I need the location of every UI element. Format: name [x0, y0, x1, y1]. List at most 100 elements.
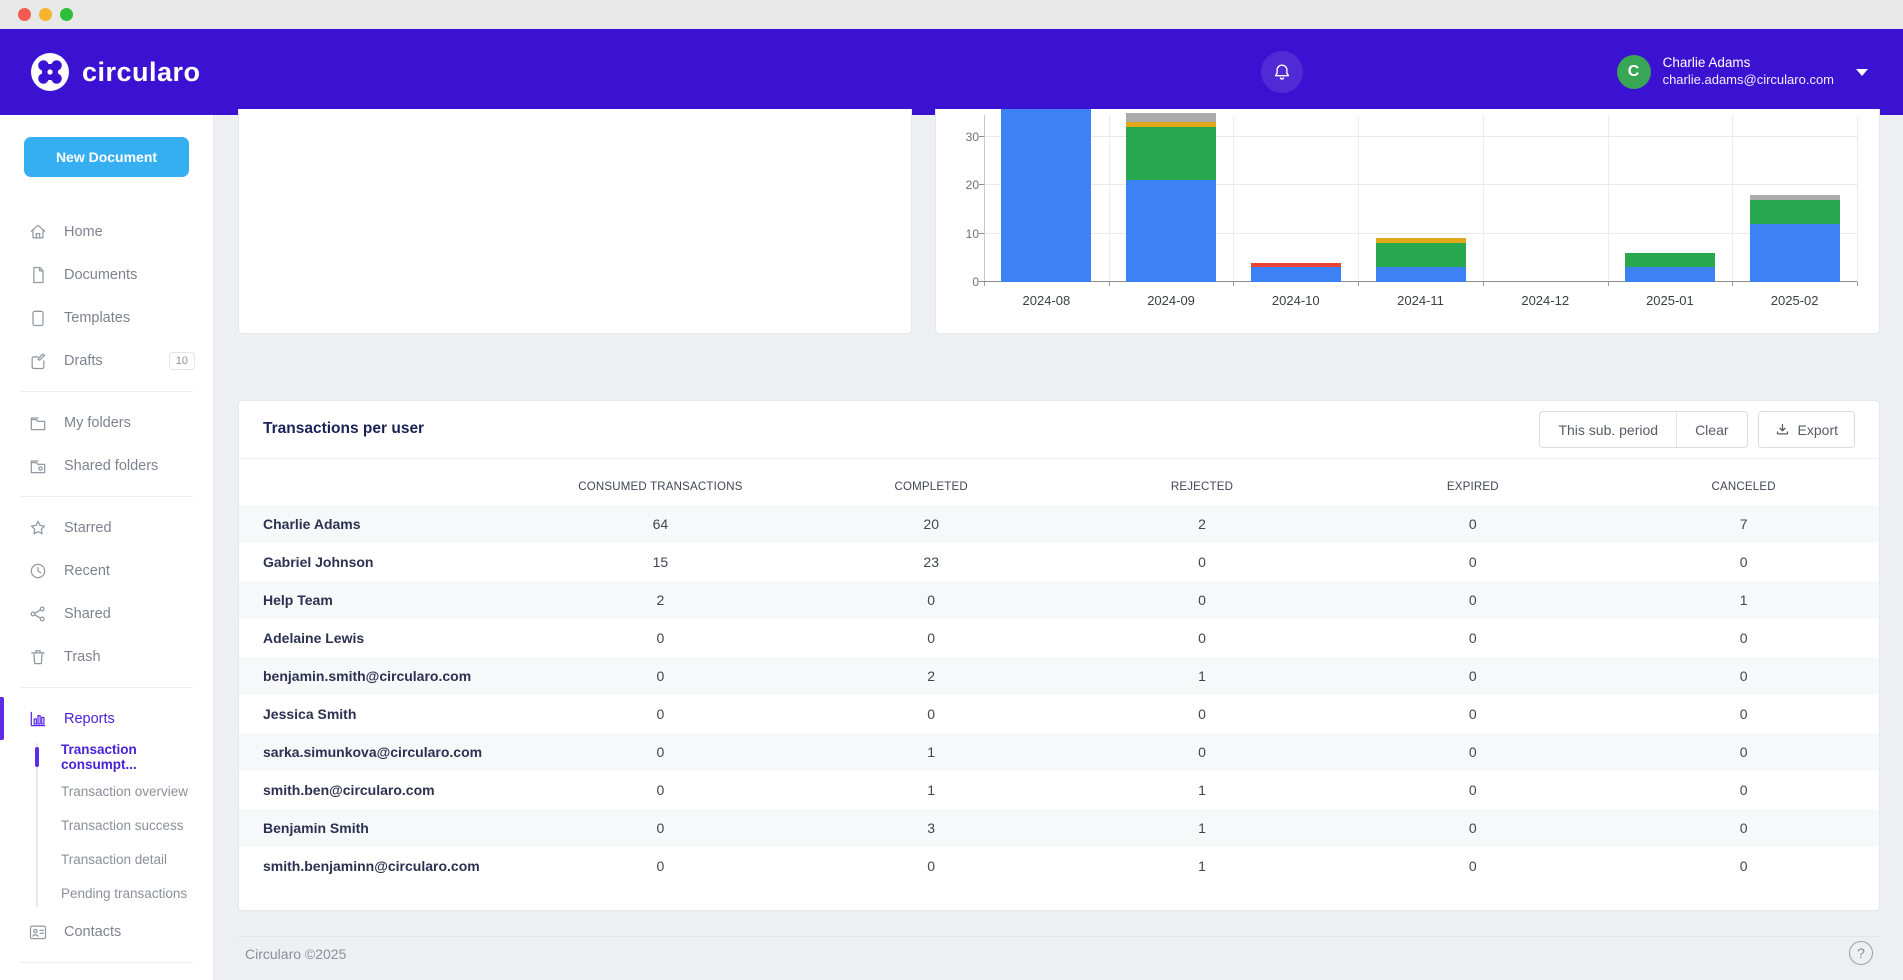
chart-gridline	[984, 233, 1857, 234]
sidebar-item-starred[interactable]: Starred	[0, 506, 213, 549]
sidebar-item-label: Recent	[64, 563, 110, 579]
chart-bar-segment[interactable]	[1625, 253, 1715, 268]
transaction-consumption-chart-card: 01020302024-082024-092024-102024-112024-…	[935, 109, 1880, 334]
notifications-button[interactable]	[1261, 51, 1303, 93]
chart-bar-segment[interactable]	[1750, 224, 1840, 282]
column-header-rejected: REJECTED	[1067, 473, 1338, 505]
user-name-cell: Charlie Adams	[239, 505, 525, 543]
sidebar-item-drafts[interactable]: Drafts10	[0, 339, 213, 382]
value-cell: 0	[1608, 543, 1879, 581]
value-cell: 15	[525, 543, 796, 581]
sidebar-item-trash[interactable]: Trash	[0, 635, 213, 678]
x-axis-label: 2024-09	[1109, 293, 1234, 308]
avatar: C	[1617, 55, 1651, 89]
sidebar-item-templates[interactable]: Templates	[0, 296, 213, 339]
sidebar-subitem-label: Transaction detail	[61, 852, 167, 867]
x-axis-label: 2024-08	[984, 293, 1109, 308]
sidebar-subitem-pending-transactions[interactable]: Pending transactions	[0, 876, 213, 910]
sidebar-divider	[20, 391, 193, 392]
chart-bar-segment[interactable]	[1251, 267, 1341, 282]
table-header-row: CONSUMED TRANSACTIONSCOMPLETEDREJECTEDEX…	[239, 473, 1879, 505]
chart-bar-segment[interactable]	[1625, 267, 1715, 282]
sidebar-subitem-label: Transaction consumpt...	[61, 742, 213, 772]
sidebar-subitem-label: Transaction success	[61, 818, 184, 833]
value-cell: 0	[525, 809, 796, 847]
chart-bar-segment[interactable]	[1376, 238, 1466, 243]
app-header: circularo C Charlie Adams charlie.adams@…	[0, 29, 1903, 115]
help-button[interactable]: ?	[1849, 941, 1873, 965]
sidebar-item-documents[interactable]: Documents	[0, 253, 213, 296]
value-cell: 1	[796, 771, 1067, 809]
value-cell: 0	[1608, 847, 1879, 885]
value-cell: 0	[1067, 543, 1338, 581]
chart-gridline	[1233, 115, 1234, 282]
star-icon	[28, 518, 48, 538]
sidebar-subitem-transaction-detail[interactable]: Transaction detail	[0, 842, 213, 876]
main-content: 01020302024-082024-092024-102024-112024-…	[214, 115, 1903, 980]
sidebar-subitem-transaction-success[interactable]: Transaction success	[0, 808, 213, 842]
sidebar-item-reports[interactable]: Reports	[0, 697, 213, 740]
chart-bar-segment[interactable]	[1251, 263, 1341, 268]
sidebar-item-home[interactable]: Home	[0, 210, 213, 253]
sidebar-subitem-transaction-consumpt[interactable]: Transaction consumpt...	[0, 740, 213, 774]
this-sub-period-button[interactable]: This sub. period	[1540, 412, 1676, 447]
new-document-button[interactable]: New Document	[24, 137, 189, 177]
table-row: Gabriel Johnson1523000	[239, 543, 1879, 581]
sidebar-item-shared[interactable]: Shared	[0, 592, 213, 635]
x-axis-tick	[1857, 282, 1858, 286]
sidebar-item-recent[interactable]: Recent	[0, 549, 213, 592]
period-filter-group: This sub. period Clear	[1539, 411, 1747, 448]
sidebar-item-contacts[interactable]: Contacts	[0, 910, 213, 953]
value-cell: 2	[796, 657, 1067, 695]
sidebar-divider	[20, 962, 193, 963]
chart-gridline	[984, 184, 1857, 185]
home-icon	[28, 222, 48, 242]
circularo-logo-icon	[30, 52, 70, 92]
window-maximize-button[interactable]	[60, 8, 73, 21]
sidebar-item-my-folders[interactable]: My folders	[0, 401, 213, 444]
value-cell: 0	[1337, 695, 1608, 733]
sidebar-item-label: Home	[64, 224, 103, 240]
sidebar-item-shared-folders[interactable]: Shared folders	[0, 444, 213, 487]
chart-bar-segment[interactable]	[1750, 195, 1840, 200]
share-icon	[28, 604, 48, 624]
value-cell: 1	[1608, 581, 1879, 619]
chart-gridline	[984, 136, 1857, 137]
value-cell: 7	[1608, 505, 1879, 543]
window-close-button[interactable]	[18, 8, 31, 21]
export-button[interactable]: Export	[1758, 411, 1855, 448]
user-name-cell: Gabriel Johnson	[239, 543, 525, 581]
chart-bar-segment[interactable]	[1126, 113, 1216, 123]
chart-bar-segment[interactable]	[1126, 122, 1216, 127]
sidebar-subitem-label: Pending transactions	[61, 886, 187, 901]
value-cell: 0	[1337, 847, 1608, 885]
x-axis-tick	[1233, 282, 1234, 286]
value-cell: 0	[1067, 619, 1338, 657]
sidebar-nav: Home DocumentsTemplatesDrafts10 My folders…	[0, 210, 213, 972]
chart-bar-segment[interactable]	[1126, 127, 1216, 180]
value-cell: 1	[1067, 809, 1338, 847]
clear-button[interactable]: Clear	[1676, 412, 1746, 447]
table-row: Help Team20001	[239, 581, 1879, 619]
app-logo[interactable]: circularo	[30, 52, 201, 92]
table-row: benjamin.smith@circularo.com02100	[239, 657, 1879, 695]
chart-bar-segment[interactable]	[1376, 267, 1466, 282]
value-cell: 2	[525, 581, 796, 619]
sidebar-subitem-transaction-overview[interactable]: Transaction overview	[0, 774, 213, 808]
column-header-consumed-transactions: CONSUMED TRANSACTIONS	[525, 473, 796, 505]
sidebar-item-label: Trash	[64, 649, 101, 665]
window-minimize-button[interactable]	[39, 8, 52, 21]
value-cell: 1	[1067, 657, 1338, 695]
value-cell: 0	[1337, 657, 1608, 695]
value-cell: 0	[1337, 581, 1608, 619]
value-cell: 0	[1337, 771, 1608, 809]
user-menu[interactable]: C Charlie Adams charlie.adams@circularo.…	[1617, 55, 1868, 89]
chart-bar-segment[interactable]	[1750, 200, 1840, 224]
chart-bar-segment[interactable]	[1376, 243, 1466, 267]
sidebar-divider	[20, 496, 193, 497]
column-header-completed: COMPLETED	[796, 473, 1067, 505]
value-cell: 0	[1337, 543, 1608, 581]
drafts-count-badge: 10	[169, 352, 195, 370]
chart-bar-segment[interactable]	[1126, 180, 1216, 282]
chart-bar-segment[interactable]	[1001, 109, 1091, 282]
